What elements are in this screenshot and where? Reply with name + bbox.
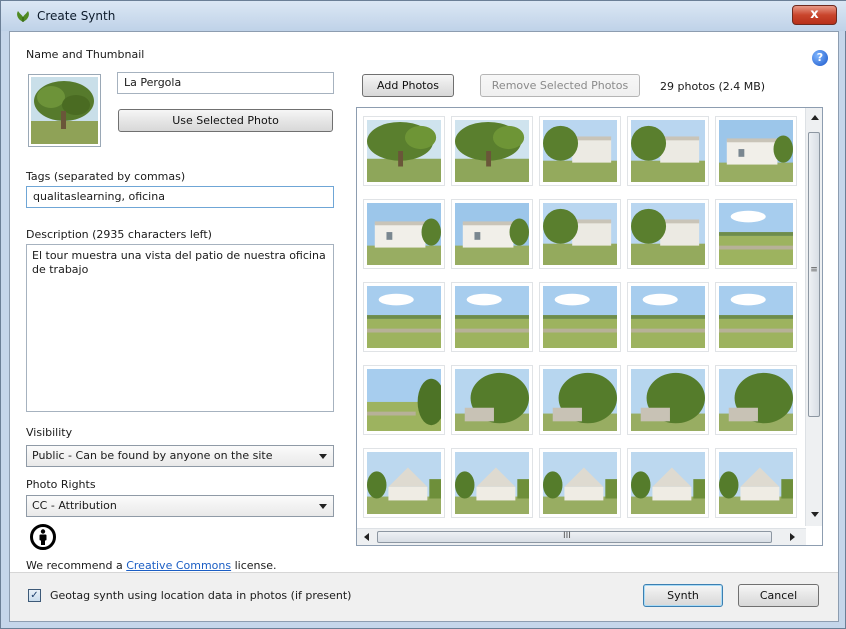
description-label: Description (2935 characters left) [26, 228, 212, 241]
photo-image [367, 286, 441, 348]
dropdown-arrow-icon [319, 504, 327, 509]
photo-image [455, 369, 529, 431]
photo-thumbnail[interactable] [715, 282, 797, 352]
vertical-scroll-thumb[interactable]: ≡ [808, 132, 820, 417]
photo-thumbnail[interactable] [715, 448, 797, 518]
photo-thumbnail[interactable] [363, 448, 445, 518]
photo-image [367, 203, 441, 265]
photo-image [631, 452, 705, 514]
vertical-scrollbar[interactable]: ≡ [805, 108, 822, 526]
photo-thumbnail[interactable] [627, 199, 709, 269]
tags-input[interactable]: qualitaslearning, oficina [26, 186, 334, 208]
create-synth-window: Create Synth x Name and Thumbnail ? La P… [0, 0, 846, 629]
photo-image [631, 369, 705, 431]
photo-image [631, 120, 705, 182]
photo-thumbnail[interactable] [715, 199, 797, 269]
geotag-label: Geotag synth using location data in phot… [50, 589, 352, 602]
photo-image [543, 203, 617, 265]
photo-image [719, 452, 793, 514]
synth-name-input[interactable]: La Pergola [117, 72, 334, 94]
close-button[interactable]: x [792, 5, 837, 25]
scroll-left-icon[interactable] [364, 533, 369, 541]
photo-thumbnail[interactable] [539, 448, 621, 518]
grip-icon: III [563, 531, 571, 541]
photo-image [455, 120, 529, 182]
creative-commons-link[interactable]: Creative Commons [126, 559, 231, 572]
dialog-body: Name and Thumbnail ? La Pergola Use Sele… [9, 31, 839, 622]
photo-thumbnail[interactable] [451, 448, 533, 518]
photo-image [455, 203, 529, 265]
dialog-footer: ✓ Geotag synth using location data in ph… [10, 572, 838, 621]
photo-thumbnail[interactable] [627, 282, 709, 352]
photo-rights-selected-value: CC - Attribution [32, 499, 117, 512]
photo-thumbnail[interactable] [715, 365, 797, 435]
visibility-select[interactable]: Public - Can be found by anyone on the s… [26, 445, 334, 467]
use-selected-photo-button[interactable]: Use Selected Photo [118, 109, 333, 132]
photo-image [455, 286, 529, 348]
thumbnail-image [28, 74, 101, 147]
photo-thumbnail[interactable] [627, 365, 709, 435]
photo-image [543, 286, 617, 348]
photo-rights-label: Photo Rights [26, 478, 96, 491]
cancel-button[interactable]: Cancel [738, 584, 819, 607]
photo-image [455, 452, 529, 514]
photo-thumbnail[interactable] [627, 448, 709, 518]
photos-panel: ≡ III [356, 107, 823, 546]
horizontal-scrollbar[interactable]: III [357, 528, 806, 545]
scroll-right-icon[interactable] [790, 533, 795, 541]
window-title: Create Synth [37, 9, 116, 23]
horizontal-scroll-thumb[interactable]: III [377, 531, 772, 543]
scroll-down-icon[interactable] [811, 512, 819, 517]
license-text: We recommend a [26, 559, 127, 572]
photo-image [719, 286, 793, 348]
visibility-label: Visibility [26, 426, 73, 439]
title-bar[interactable]: Create Synth x [1, 1, 846, 31]
license-recommendation: We recommend a Creative Commons license. [26, 559, 277, 572]
help-icon[interactable]: ? [812, 50, 828, 66]
photo-image [719, 369, 793, 431]
tags-label: Tags (separated by commas) [26, 170, 186, 183]
photo-count: 29 photos (2.4 MB) [660, 80, 766, 93]
photo-thumbnail[interactable] [627, 116, 709, 186]
photo-thumbnail[interactable] [451, 282, 533, 352]
photo-thumbnail[interactable] [539, 365, 621, 435]
dropdown-arrow-icon [319, 454, 327, 459]
visibility-selected-value: Public - Can be found by anyone on the s… [32, 449, 273, 462]
grip-icon: ≡ [810, 265, 818, 275]
scroll-up-icon[interactable] [811, 115, 819, 120]
photo-image [367, 369, 445, 431]
photo-image [543, 369, 617, 431]
photo-thumbnail[interactable] [451, 116, 533, 186]
photo-grid [363, 116, 801, 526]
photo-image [631, 203, 705, 265]
photo-image [367, 452, 441, 514]
description-textarea[interactable]: El tour muestra una vista del patio de n… [26, 244, 334, 412]
photo-thumbnail[interactable] [715, 116, 797, 186]
name-thumbnail-label: Name and Thumbnail [26, 48, 145, 61]
geotag-checkbox[interactable]: ✓ [28, 589, 41, 602]
photo-thumbnail[interactable] [363, 199, 445, 269]
photo-image [719, 203, 793, 265]
photo-image [367, 120, 441, 182]
photo-thumbnail[interactable] [539, 282, 621, 352]
add-photos-button[interactable]: Add Photos [362, 74, 454, 97]
photo-rights-select[interactable]: CC - Attribution [26, 495, 334, 517]
photo-image [543, 120, 617, 182]
photo-thumbnail[interactable] [363, 116, 445, 186]
photo-image [543, 452, 617, 514]
photo-thumbnail[interactable] [451, 199, 533, 269]
photo-thumbnail[interactable] [451, 365, 533, 435]
photo-thumbnail[interactable] [539, 199, 621, 269]
cc-attribution-icon [30, 524, 56, 550]
photo-image [631, 286, 705, 348]
photo-thumbnail[interactable] [363, 365, 445, 435]
license-text: license. [231, 559, 277, 572]
photo-image [719, 120, 793, 182]
synth-button[interactable]: Synth [643, 584, 723, 607]
remove-selected-photos-button[interactable]: Remove Selected Photos [480, 74, 640, 97]
synth-app-icon [17, 11, 29, 22]
photo-thumbnail[interactable] [539, 116, 621, 186]
photo-thumbnail[interactable] [363, 282, 445, 352]
